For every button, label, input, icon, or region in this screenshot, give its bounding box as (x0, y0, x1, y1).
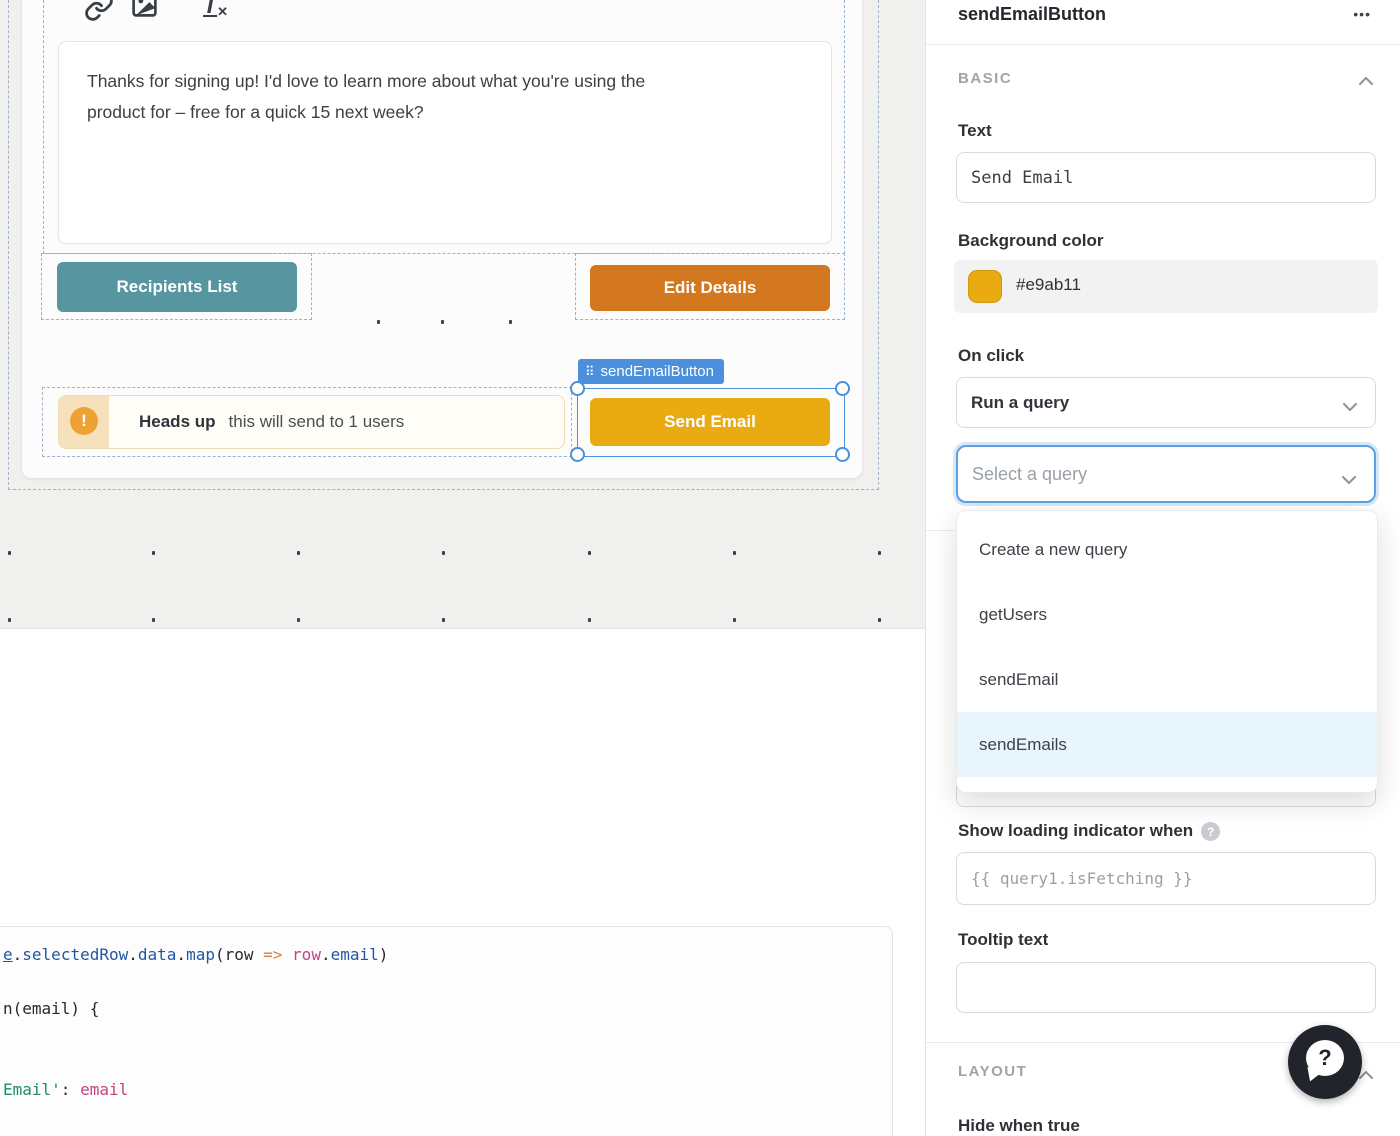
grid-dot (377, 320, 380, 324)
recipients-list-button[interactable]: Recipients List (57, 262, 297, 312)
loading-indicator-label: Show loading indicator when? (958, 821, 1220, 841)
layout-section-header: LAYOUT (958, 1063, 1027, 1080)
grid-dot (878, 618, 881, 622)
on-click-label: On click (958, 346, 1024, 366)
alert-title: Heads up (139, 412, 216, 432)
image-icon[interactable] (130, 0, 159, 24)
grid-dot (297, 551, 300, 555)
query-select-dropdown[interactable]: Select a query (956, 445, 1376, 503)
background-color-picker[interactable]: #e9ab11 (954, 260, 1378, 313)
inspector-title: sendEmailButton (958, 4, 1106, 25)
selection-tag[interactable]: ⠿ sendEmailButton (578, 359, 724, 384)
help-fab-button[interactable]: ? (1288, 1025, 1362, 1099)
grid-dot (509, 320, 512, 324)
on-click-dropdown[interactable]: Run a query (956, 377, 1376, 428)
app-window: T✕ Thanks for signing up! I'd love to le… (0, 0, 1400, 1136)
grid-dot (878, 551, 881, 555)
background-color-label: Background color (958, 231, 1103, 251)
clear-formatting-icon[interactable]: T✕ (203, 0, 228, 19)
code-lines: e.selectedRow.data.map(row => row.email)… (0, 945, 892, 1107)
inspector-title-divider (926, 44, 1400, 45)
richtext-editor[interactable]: Thanks for signing up! I'd love to learn… (58, 41, 832, 244)
code-line (0, 972, 892, 999)
color-swatch[interactable] (968, 270, 1002, 303)
hide-when-true-label: Hide when true (958, 1116, 1080, 1136)
code-line (0, 1053, 892, 1080)
grid-dot (442, 551, 445, 555)
selection-handle-nw[interactable] (570, 381, 585, 396)
email-body-line1: Thanks for signing up! I'd love to learn… (87, 66, 807, 97)
grid-dot (441, 320, 444, 324)
hidden-section-divider (926, 530, 954, 531)
chevron-down-icon (1343, 399, 1357, 417)
grid-dot (8, 618, 11, 622)
edit-details-button[interactable]: Edit Details (590, 265, 830, 311)
query-option[interactable]: Create a new query (957, 517, 1377, 582)
code-editor[interactable]: e.selectedRow.data.map(row => row.email)… (0, 926, 893, 1136)
email-body-line2: product for – free for a quick 15 next w… (87, 97, 807, 128)
drag-handle-icon: ⠿ (585, 364, 595, 380)
loading-indicator-input[interactable]: {{ query1.isFetching }} (956, 852, 1376, 905)
heads-up-alert: ! Heads up this will send to 1 users (58, 395, 565, 449)
text-label: Text (958, 121, 992, 141)
help-icon[interactable]: ? (1201, 822, 1220, 841)
grid-dot (442, 618, 445, 622)
grid-dot (733, 551, 736, 555)
canvas[interactable]: T✕ Thanks for signing up! I'd love to le… (0, 0, 925, 628)
grid-dot (152, 618, 155, 622)
code-line: Email': email (0, 1080, 892, 1107)
link-icon[interactable] (84, 0, 114, 27)
email-body-text: Thanks for signing up! I'd love to learn… (87, 66, 807, 128)
grid-dot (152, 551, 155, 555)
code-line: e.selectedRow.data.map(row => row.email) (0, 945, 892, 972)
query-option[interactable]: getUsers (957, 582, 1377, 647)
send-email-button[interactable]: Send Email (590, 398, 830, 446)
inspector-panel: sendEmailButton ••• BASIC Text Send Emai… (925, 0, 1400, 1136)
tooltip-text-input[interactable] (956, 962, 1376, 1013)
grid-dot (297, 618, 300, 622)
selection-handle-sw[interactable] (570, 447, 585, 462)
query-options-popover: Create a new querygetUserssendEmailsendE… (956, 510, 1378, 793)
basic-section-header: BASIC (958, 70, 1012, 87)
selection-tag-label: sendEmailButton (601, 363, 714, 380)
selection-handle-se[interactable] (835, 447, 850, 462)
query-option[interactable]: sendEmail (957, 647, 1377, 712)
text-input[interactable]: Send Email (956, 152, 1376, 203)
tooltip-text-label: Tooltip text (958, 930, 1048, 950)
alert-message: this will send to 1 users (229, 412, 405, 432)
query-option[interactable]: sendEmails (957, 712, 1377, 777)
basic-collapse-icon[interactable] (1359, 72, 1373, 90)
inspector-menu-icon[interactable]: ••• (1353, 6, 1371, 22)
query-editor-panel: sendEmails ••• Preview ▶Run vascript) ri… (0, 628, 925, 1136)
chevron-down-icon (1342, 472, 1356, 490)
selection-handle-ne[interactable] (835, 381, 850, 396)
color-hex-value: #e9ab11 (1016, 275, 1081, 295)
grid-dot (733, 618, 736, 622)
warning-icon: ! (70, 407, 98, 435)
grid-dot (8, 551, 11, 555)
grid-dot (588, 551, 591, 555)
code-line: n(email) { (0, 999, 892, 1026)
grid-dot (588, 618, 591, 622)
code-line (0, 1026, 892, 1053)
